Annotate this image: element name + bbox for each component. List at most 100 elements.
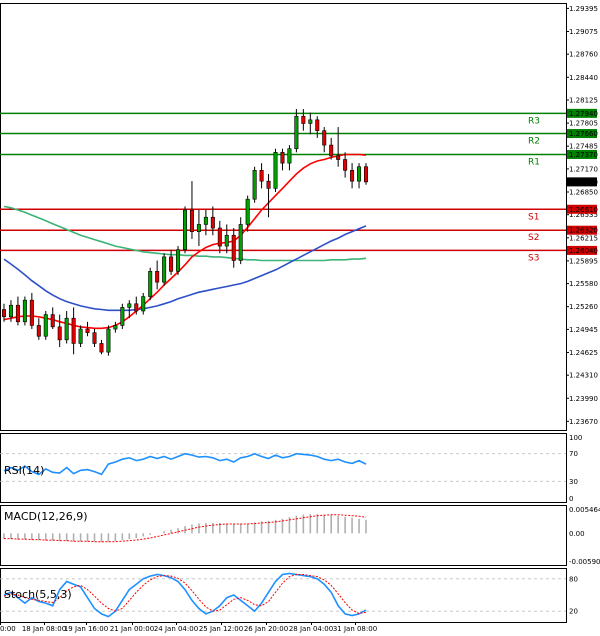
candle-up <box>252 170 257 200</box>
candle-up <box>273 152 278 189</box>
candle-down <box>301 115 306 124</box>
candle-up <box>22 299 27 323</box>
candle-down <box>189 209 194 232</box>
candle-up <box>106 328 111 353</box>
candle-down <box>99 343 104 353</box>
price-tick-label: 1.25580 <box>569 280 598 288</box>
candle-up <box>308 119 313 124</box>
candle-down <box>259 170 264 182</box>
rsi-tick-label: 30 <box>569 478 578 486</box>
candle-down <box>1 309 7 318</box>
time-tick-label: 19 Jan 16:00 <box>64 625 108 633</box>
candle-up <box>78 328 83 344</box>
candle-up <box>183 209 188 250</box>
candle-up <box>294 115 299 149</box>
candle-down <box>315 119 320 131</box>
candle-down <box>322 130 327 146</box>
macd-label: MACD(12,26,9) <box>4 510 88 523</box>
level-name-s3: S3 <box>528 253 539 263</box>
time-tick-label: 0:00 <box>0 625 16 633</box>
candle-down <box>169 256 174 272</box>
stoch-tick-label: 80 <box>569 575 578 583</box>
price-tick-label: 1.26215 <box>569 234 598 242</box>
candle-down <box>363 166 368 183</box>
candle-down <box>217 227 222 247</box>
price-tick-label: 1.25895 <box>569 257 598 265</box>
stoch-tick-label: 20 <box>569 608 578 616</box>
price-tick-label: 1.29075 <box>569 28 598 36</box>
time-tick-label: 24 Jan 04:00 <box>154 625 198 633</box>
candle-down <box>15 304 20 323</box>
candle-down <box>57 326 62 341</box>
rsi-tick-label: 70 <box>569 450 578 458</box>
forex-chart: 1.29395 1.29075 1.28760 1.28440 1.28125 1.278… <box>0 0 600 636</box>
candle-up <box>8 304 13 318</box>
candle-down <box>92 332 97 344</box>
candle-down <box>266 180 271 189</box>
price-tick-label: 1.24945 <box>569 326 598 334</box>
price-tick-label: 1.27805 <box>569 120 598 128</box>
candle-down <box>85 328 90 333</box>
candle-up <box>357 166 362 182</box>
candle-up <box>120 307 125 326</box>
candle-down <box>155 271 160 283</box>
candle-up <box>176 249 181 272</box>
price-tick-label: 1.29395 <box>569 5 598 13</box>
price-tick-label: 1.26850 <box>569 188 598 196</box>
time-tick-label: 31 Jan 08:00 <box>333 625 377 633</box>
candle-down <box>210 216 215 229</box>
level-name-s2: S2 <box>528 233 539 243</box>
candle-down <box>329 144 334 157</box>
candle-up <box>196 224 201 232</box>
candle-up <box>287 148 292 164</box>
candle-up <box>203 216 208 225</box>
time-tick-label: 18 Jan 08:00 <box>22 625 66 633</box>
rsi-label: RSI(14) <box>4 464 44 477</box>
time-tick-label: 28 Jan 04:00 <box>289 625 333 633</box>
price-tick-label: 1.25260 <box>569 303 598 311</box>
level-price-label: 1.26040 <box>569 247 598 255</box>
rsi-tick-label: 100 <box>569 434 582 442</box>
level-price-label: 1.27940 <box>569 110 598 118</box>
price-tick-label: 1.24625 <box>569 349 598 357</box>
level-name-r2: R2 <box>528 137 540 147</box>
candle-up <box>64 317 69 341</box>
candle-up <box>238 224 243 261</box>
level-name-r1: R1 <box>528 157 540 167</box>
candle-up <box>141 296 146 312</box>
time-tick-label: 21 Jan 00:00 <box>110 625 154 633</box>
macd-tick-label: 0.005464 <box>569 506 600 514</box>
level-name-r3: R3 <box>528 116 540 126</box>
level-price-label: 1.27370 <box>569 151 598 159</box>
time-tick-label: 25 Jan 12:00 <box>199 625 243 633</box>
level-price-label: 1.27660 <box>569 130 598 138</box>
level-price-label: 1.26610 <box>569 206 598 214</box>
candle-down <box>350 170 355 182</box>
candle-up <box>245 198 250 225</box>
chart-background <box>0 0 600 636</box>
rsi-tick-label: 0 <box>569 495 573 503</box>
macd-tick-label: -0.005908 <box>569 558 600 566</box>
last-price-label: 1.26990 <box>569 178 598 186</box>
price-tick-label: 1.27485 <box>569 143 598 151</box>
candle-down <box>29 299 34 326</box>
candle-up <box>127 303 132 308</box>
macd-tick-label: 0.00 <box>569 530 585 538</box>
candle-down <box>231 234 236 261</box>
candle-down <box>134 303 139 312</box>
candle-up <box>43 314 48 337</box>
candle-up <box>224 234 229 247</box>
price-tick-label: 1.23990 <box>569 395 598 403</box>
price-tick-label: 1.27170 <box>569 165 598 173</box>
price-tick-label: 1.28440 <box>569 74 598 82</box>
level-name-s1: S1 <box>528 212 539 222</box>
candle-down <box>343 159 348 171</box>
price-tick-label: 1.23670 <box>569 418 598 426</box>
stoch-label: Stoch(5,5,3) <box>4 588 72 601</box>
candle-down <box>50 314 55 328</box>
time-tick-label: 26 Jan 20:00 <box>244 625 288 633</box>
candle-up <box>162 256 167 283</box>
level-price-label: 1.26320 <box>569 227 598 235</box>
price-tick-label: 1.28760 <box>569 51 598 59</box>
price-tick-label: 1.28125 <box>569 97 598 105</box>
